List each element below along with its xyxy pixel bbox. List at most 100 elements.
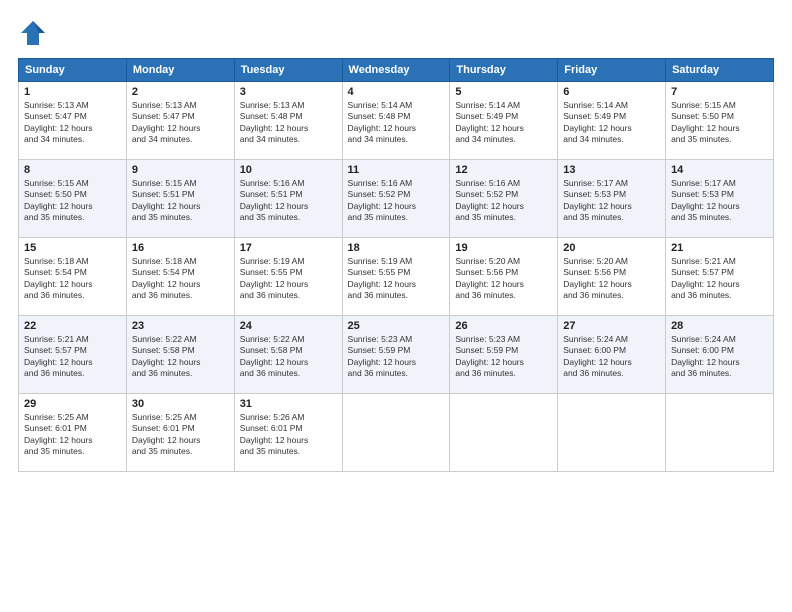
calendar-day-22: 22 Sunrise: 5:21 AM Sunset: 5:57 PM Dayli…: [19, 316, 127, 394]
day-info: Sunrise: 5:23 AM Sunset: 5:59 PM Dayligh…: [348, 334, 445, 380]
calendar-day-3: 3Sunrise: 5:13 AM Sunset: 5:48 PM Daylig…: [234, 82, 342, 160]
day-number: 8: [24, 164, 121, 176]
calendar-day-30: 30 Sunrise: 5:25 AM Sunset: 6:01 PM Dayli…: [126, 394, 234, 472]
calendar-day-13: 13 Sunrise: 5:17 AM Sunset: 5:53 PM Dayli…: [558, 160, 666, 238]
calendar-day-26: 26 Sunrise: 5:23 AM Sunset: 5:59 PM Dayli…: [450, 316, 558, 394]
day-info: Sunrise: 5:20 AM Sunset: 5:56 PM Dayligh…: [563, 256, 660, 302]
day-number: 23: [132, 320, 229, 332]
day-number: 18: [348, 242, 445, 254]
day-info: Sunrise: 5:16 AM Sunset: 5:52 PM Dayligh…: [348, 178, 445, 224]
day-info: Sunrise: 5:13 AM Sunset: 5:48 PM Dayligh…: [240, 100, 337, 146]
calendar-header-saturday: Saturday: [666, 59, 774, 82]
calendar-day-16: 16 Sunrise: 5:18 AM Sunset: 5:54 PM Dayli…: [126, 238, 234, 316]
calendar-header-tuesday: Tuesday: [234, 59, 342, 82]
calendar-week-2: 8Sunrise: 5:15 AM Sunset: 5:50 PM Daylig…: [19, 160, 774, 238]
day-number: 2: [132, 86, 229, 98]
calendar-empty-cell: [666, 394, 774, 472]
day-info: Sunrise: 5:17 AM Sunset: 5:53 PM Dayligh…: [671, 178, 768, 224]
calendar-day-23: 23 Sunrise: 5:22 AM Sunset: 5:58 PM Dayli…: [126, 316, 234, 394]
calendar-day-5: 5 Sunrise: 5:14 AM Sunset: 5:49 PM Daylig…: [450, 82, 558, 160]
day-number: 9: [132, 164, 229, 176]
day-number: 15: [24, 242, 121, 254]
calendar-day-12: 12Sunrise: 5:16 AM Sunset: 5:52 PM Dayli…: [450, 160, 558, 238]
day-number: 13: [563, 164, 660, 176]
day-info: Sunrise: 5:22 AM Sunset: 5:58 PM Dayligh…: [240, 334, 337, 380]
calendar-day-9: 9 Sunrise: 5:15 AM Sunset: 5:51 PM Daylig…: [126, 160, 234, 238]
calendar-header-row: SundayMondayTuesdayWednesdayThursdayFrid…: [19, 59, 774, 82]
day-number: 4: [348, 86, 445, 98]
calendar-day-25: 25 Sunrise: 5:23 AM Sunset: 5:59 PM Dayli…: [342, 316, 450, 394]
calendar-day-11: 11 Sunrise: 5:16 AM Sunset: 5:52 PM Dayli…: [342, 160, 450, 238]
day-number: 11: [348, 164, 445, 176]
calendar-week-3: 15 Sunrise: 5:18 AM Sunset: 5:54 PM Dayli…: [19, 238, 774, 316]
day-number: 6: [563, 86, 660, 98]
calendar-header-friday: Friday: [558, 59, 666, 82]
calendar-day-21: 21 Sunrise: 5:21 AM Sunset: 5:57 PM Dayli…: [666, 238, 774, 316]
day-info: Sunrise: 5:18 AM Sunset: 5:54 PM Dayligh…: [132, 256, 229, 302]
calendar-day-19: 19 Sunrise: 5:20 AM Sunset: 5:56 PM Dayli…: [450, 238, 558, 316]
day-info: Sunrise: 5:15 AM Sunset: 5:51 PM Dayligh…: [132, 178, 229, 224]
calendar-day-27: 27 Sunrise: 5:24 AM Sunset: 6:00 PM Dayli…: [558, 316, 666, 394]
day-info: Sunrise: 5:24 AM Sunset: 6:00 PM Dayligh…: [563, 334, 660, 380]
day-info: Sunrise: 5:23 AM Sunset: 5:59 PM Dayligh…: [455, 334, 552, 380]
day-info: Sunrise: 5:20 AM Sunset: 5:56 PM Dayligh…: [455, 256, 552, 302]
day-info: Sunrise: 5:25 AM Sunset: 6:01 PM Dayligh…: [24, 412, 121, 458]
day-number: 21: [671, 242, 768, 254]
day-number: 7: [671, 86, 768, 98]
calendar-day-20: 20 Sunrise: 5:20 AM Sunset: 5:56 PM Dayli…: [558, 238, 666, 316]
day-info: Sunrise: 5:22 AM Sunset: 5:58 PM Dayligh…: [132, 334, 229, 380]
calendar-day-14: 14 Sunrise: 5:17 AM Sunset: 5:53 PM Dayli…: [666, 160, 774, 238]
calendar-day-4: 4 Sunrise: 5:14 AM Sunset: 5:48 PM Daylig…: [342, 82, 450, 160]
day-number: 27: [563, 320, 660, 332]
day-info: Sunrise: 5:21 AM Sunset: 5:57 PM Dayligh…: [24, 334, 121, 380]
day-number: 30: [132, 398, 229, 410]
calendar-empty-cell: [450, 394, 558, 472]
calendar-header-sunday: Sunday: [19, 59, 127, 82]
page: SundayMondayTuesdayWednesdayThursdayFrid…: [0, 0, 792, 612]
day-info: Sunrise: 5:24 AM Sunset: 6:00 PM Dayligh…: [671, 334, 768, 380]
day-number: 10: [240, 164, 337, 176]
header: [18, 18, 774, 48]
calendar-day-8: 8Sunrise: 5:15 AM Sunset: 5:50 PM Daylig…: [19, 160, 127, 238]
day-number: 17: [240, 242, 337, 254]
day-info: Sunrise: 5:16 AM Sunset: 5:51 PM Dayligh…: [240, 178, 337, 224]
calendar-week-4: 22 Sunrise: 5:21 AM Sunset: 5:57 PM Dayli…: [19, 316, 774, 394]
day-number: 26: [455, 320, 552, 332]
day-info: Sunrise: 5:18 AM Sunset: 5:54 PM Dayligh…: [24, 256, 121, 302]
day-number: 19: [455, 242, 552, 254]
day-number: 22: [24, 320, 121, 332]
logo-icon: [18, 18, 48, 48]
day-info: Sunrise: 5:14 AM Sunset: 5:48 PM Dayligh…: [348, 100, 445, 146]
calendar-day-7: 7Sunrise: 5:15 AM Sunset: 5:50 PM Daylig…: [666, 82, 774, 160]
day-info: Sunrise: 5:17 AM Sunset: 5:53 PM Dayligh…: [563, 178, 660, 224]
calendar-day-17: 17 Sunrise: 5:19 AM Sunset: 5:55 PM Dayli…: [234, 238, 342, 316]
logo: [18, 18, 52, 48]
day-number: 14: [671, 164, 768, 176]
day-info: Sunrise: 5:21 AM Sunset: 5:57 PM Dayligh…: [671, 256, 768, 302]
day-info: Sunrise: 5:16 AM Sunset: 5:52 PM Dayligh…: [455, 178, 552, 224]
calendar-day-1: 1Sunrise: 5:13 AM Sunset: 5:47 PM Daylig…: [19, 82, 127, 160]
day-info: Sunrise: 5:14 AM Sunset: 5:49 PM Dayligh…: [455, 100, 552, 146]
calendar-day-15: 15 Sunrise: 5:18 AM Sunset: 5:54 PM Dayli…: [19, 238, 127, 316]
calendar-header-monday: Monday: [126, 59, 234, 82]
day-info: Sunrise: 5:13 AM Sunset: 5:47 PM Dayligh…: [24, 100, 121, 146]
calendar-day-24: 24 Sunrise: 5:22 AM Sunset: 5:58 PM Dayli…: [234, 316, 342, 394]
day-info: Sunrise: 5:19 AM Sunset: 5:55 PM Dayligh…: [240, 256, 337, 302]
day-info: Sunrise: 5:14 AM Sunset: 5:49 PM Dayligh…: [563, 100, 660, 146]
calendar-day-6: 6 Sunrise: 5:14 AM Sunset: 5:49 PM Daylig…: [558, 82, 666, 160]
day-number: 31: [240, 398, 337, 410]
day-info: Sunrise: 5:25 AM Sunset: 6:01 PM Dayligh…: [132, 412, 229, 458]
day-number: 20: [563, 242, 660, 254]
calendar-week-1: 1Sunrise: 5:13 AM Sunset: 5:47 PM Daylig…: [19, 82, 774, 160]
day-number: 16: [132, 242, 229, 254]
calendar-empty-cell: [342, 394, 450, 472]
calendar-day-28: 28Sunrise: 5:24 AM Sunset: 6:00 PM Dayli…: [666, 316, 774, 394]
calendar-day-29: 29Sunrise: 5:25 AM Sunset: 6:01 PM Dayli…: [19, 394, 127, 472]
day-number: 24: [240, 320, 337, 332]
day-number: 5: [455, 86, 552, 98]
calendar-day-2: 2Sunrise: 5:13 AM Sunset: 5:47 PM Daylig…: [126, 82, 234, 160]
calendar-day-31: 31Sunrise: 5:26 AM Sunset: 6:01 PM Dayli…: [234, 394, 342, 472]
calendar-table: SundayMondayTuesdayWednesdayThursdayFrid…: [18, 58, 774, 472]
calendar-day-10: 10 Sunrise: 5:16 AM Sunset: 5:51 PM Dayli…: [234, 160, 342, 238]
day-number: 25: [348, 320, 445, 332]
